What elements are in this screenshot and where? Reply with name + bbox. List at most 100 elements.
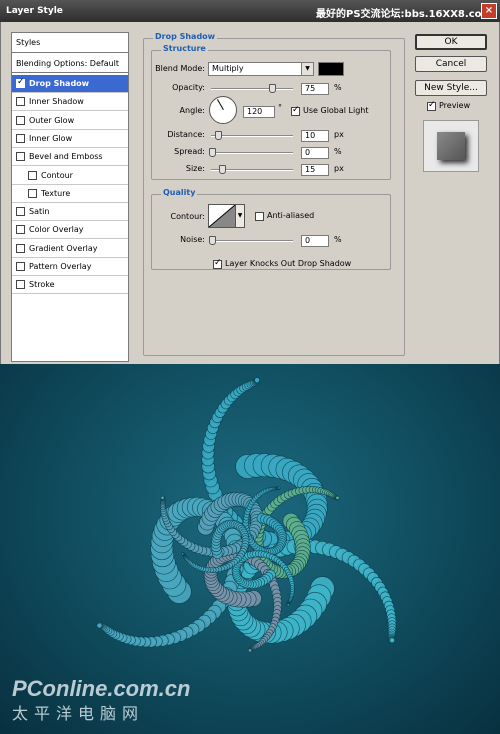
noise-unit: % (334, 235, 342, 244)
watermark-line1: PConline.com.cn (12, 676, 191, 701)
distance-label: Distance: (167, 130, 205, 139)
distance-unit: px (334, 130, 344, 139)
style-checkbox[interactable] (16, 225, 25, 235)
opacity-label: Opacity: (172, 83, 205, 92)
anti-aliased-label[interactable]: Anti-aliased (267, 211, 314, 220)
angle-dial-hand (217, 99, 224, 110)
style-item-drop-shadow[interactable]: Drop Shadow (12, 75, 128, 93)
contour-label: Contour: (170, 212, 206, 221)
opacity-unit: % (334, 83, 342, 92)
size-slider-handle[interactable] (219, 165, 226, 174)
style-checkbox[interactable] (16, 243, 25, 253)
preview-shadow-square (437, 132, 465, 160)
style-item-label: Texture (41, 188, 71, 198)
blending-options-item[interactable]: Blending Options: Default (12, 55, 128, 73)
preview-checkbox[interactable] (427, 100, 436, 111)
size-label: Size: (185, 164, 205, 173)
style-item-inner-glow[interactable]: Inner Glow (12, 130, 128, 148)
style-item-stroke[interactable]: Stroke (12, 276, 128, 295)
styles-list: Styles Blending Options: Default Drop Sh… (11, 32, 129, 362)
style-item-label: Color Overlay (29, 225, 84, 235)
contour-curve-icon (208, 204, 236, 228)
contour-dropdown-button[interactable]: ▼ (235, 204, 245, 228)
opacity-slider[interactable] (211, 88, 293, 90)
noise-slider[interactable] (211, 240, 293, 242)
style-item-label: Pattern Overlay (29, 262, 92, 271)
close-icon: × (484, 5, 494, 16)
style-item-inner-shadow[interactable]: Inner Shadow (12, 93, 128, 112)
chevron-down-icon: ▼ (301, 63, 313, 75)
anti-aliased-checkbox[interactable] (255, 212, 264, 221)
forum-watermark: 最好的PS交流论坛:bbs.16XX8.com (316, 9, 492, 20)
style-item-label: Stroke (29, 280, 55, 290)
spread-input[interactable]: 0 (301, 147, 329, 159)
angle-input[interactable]: 120 (243, 106, 275, 118)
style-item-bevel-and-emboss[interactable]: Bevel and Emboss (12, 148, 128, 167)
ok-button[interactable]: OK (415, 34, 487, 50)
spread-slider-handle[interactable] (209, 148, 216, 157)
chevron-down-icon: ▼ (237, 212, 243, 219)
style-item-label: Drop Shadow (29, 79, 90, 88)
style-checkbox[interactable] (16, 207, 25, 217)
style-checkbox[interactable] (16, 133, 25, 143)
window-title: Layer Style (6, 6, 63, 16)
layer-style-screenshot: Layer Style 最好的PS交流论坛:bbs.16XX8.com × St… (0, 0, 500, 734)
size-unit: px (334, 164, 344, 173)
style-item-satin[interactable]: Satin (12, 203, 128, 222)
spread-unit: % (334, 147, 342, 156)
blend-mode-select[interactable]: Multiply ▼ (208, 62, 314, 76)
style-item-label: Inner Shadow (29, 97, 84, 107)
preview-label[interactable]: Preview (439, 101, 470, 110)
contour-picker[interactable] (208, 204, 236, 228)
noise-input[interactable]: 0 (301, 235, 329, 247)
close-button[interactable]: × (481, 3, 497, 19)
style-item-outer-glow[interactable]: Outer Glow (12, 112, 128, 130)
style-item-label: Gradient Overlay (29, 243, 98, 253)
styles-list-header[interactable]: Styles (12, 33, 128, 53)
style-checkbox[interactable] (16, 152, 25, 162)
style-checkbox[interactable] (28, 170, 37, 180)
style-checkbox[interactable] (28, 188, 37, 198)
distance-slider-handle[interactable] (215, 131, 222, 140)
style-item-gradient-overlay[interactable]: Gradient Overlay (12, 240, 128, 258)
opacity-input[interactable]: 75 (301, 83, 329, 95)
window-titlebar[interactable]: Layer Style 最好的PS交流论坛:bbs.16XX8.com × (0, 0, 500, 22)
style-checkbox[interactable] (16, 280, 25, 290)
spread-slider[interactable] (211, 152, 293, 154)
style-item-texture[interactable]: Texture (12, 185, 128, 203)
pconline-watermark: PConline.com.cn 太平洋电脑网 (12, 676, 190, 724)
style-item-label: Inner Glow (29, 133, 73, 143)
use-global-light-label[interactable]: Use Global Light (303, 106, 369, 115)
distance-slider[interactable] (211, 135, 293, 137)
style-checkbox[interactable] (16, 77, 25, 88)
angle-unit: ° (278, 103, 282, 112)
style-item-label: Contour (41, 170, 73, 180)
noise-slider-handle[interactable] (209, 236, 216, 245)
watermark-line2: 太平洋电脑网 (12, 706, 145, 723)
style-checkbox[interactable] (16, 115, 25, 125)
opacity-slider-handle[interactable] (269, 84, 276, 93)
blend-mode-value: Multiply (212, 64, 244, 73)
size-input[interactable]: 15 (301, 164, 329, 176)
knockout-checkbox[interactable] (213, 258, 222, 269)
angle-dial[interactable] (209, 96, 237, 124)
spread-label: Spread: (174, 147, 205, 156)
preview-thumbnail (423, 120, 479, 172)
distance-input[interactable]: 10 (301, 130, 329, 142)
style-item-label: Bevel and Emboss (29, 152, 103, 162)
layer-style-dialog: Styles Blending Options: Default Drop Sh… (0, 22, 500, 364)
noise-label: Noise: (180, 235, 205, 244)
structure-title: Structure (161, 44, 208, 53)
new-style-button[interactable]: New Style... (415, 80, 487, 96)
blend-mode-label: Blend Mode: (155, 64, 205, 73)
style-item-color-overlay[interactable]: Color Overlay (12, 221, 128, 240)
style-item-label: Satin (29, 207, 50, 217)
style-item-pattern-overlay[interactable]: Pattern Overlay (12, 258, 128, 276)
style-checkbox[interactable] (16, 262, 25, 271)
use-global-light-checkbox[interactable] (291, 105, 300, 116)
cancel-button[interactable]: Cancel (415, 56, 487, 72)
shadow-color-swatch[interactable] (318, 62, 344, 76)
knockout-label[interactable]: Layer Knocks Out Drop Shadow (225, 259, 351, 268)
style-checkbox[interactable] (16, 97, 25, 107)
style-item-contour[interactable]: Contour (12, 167, 128, 185)
